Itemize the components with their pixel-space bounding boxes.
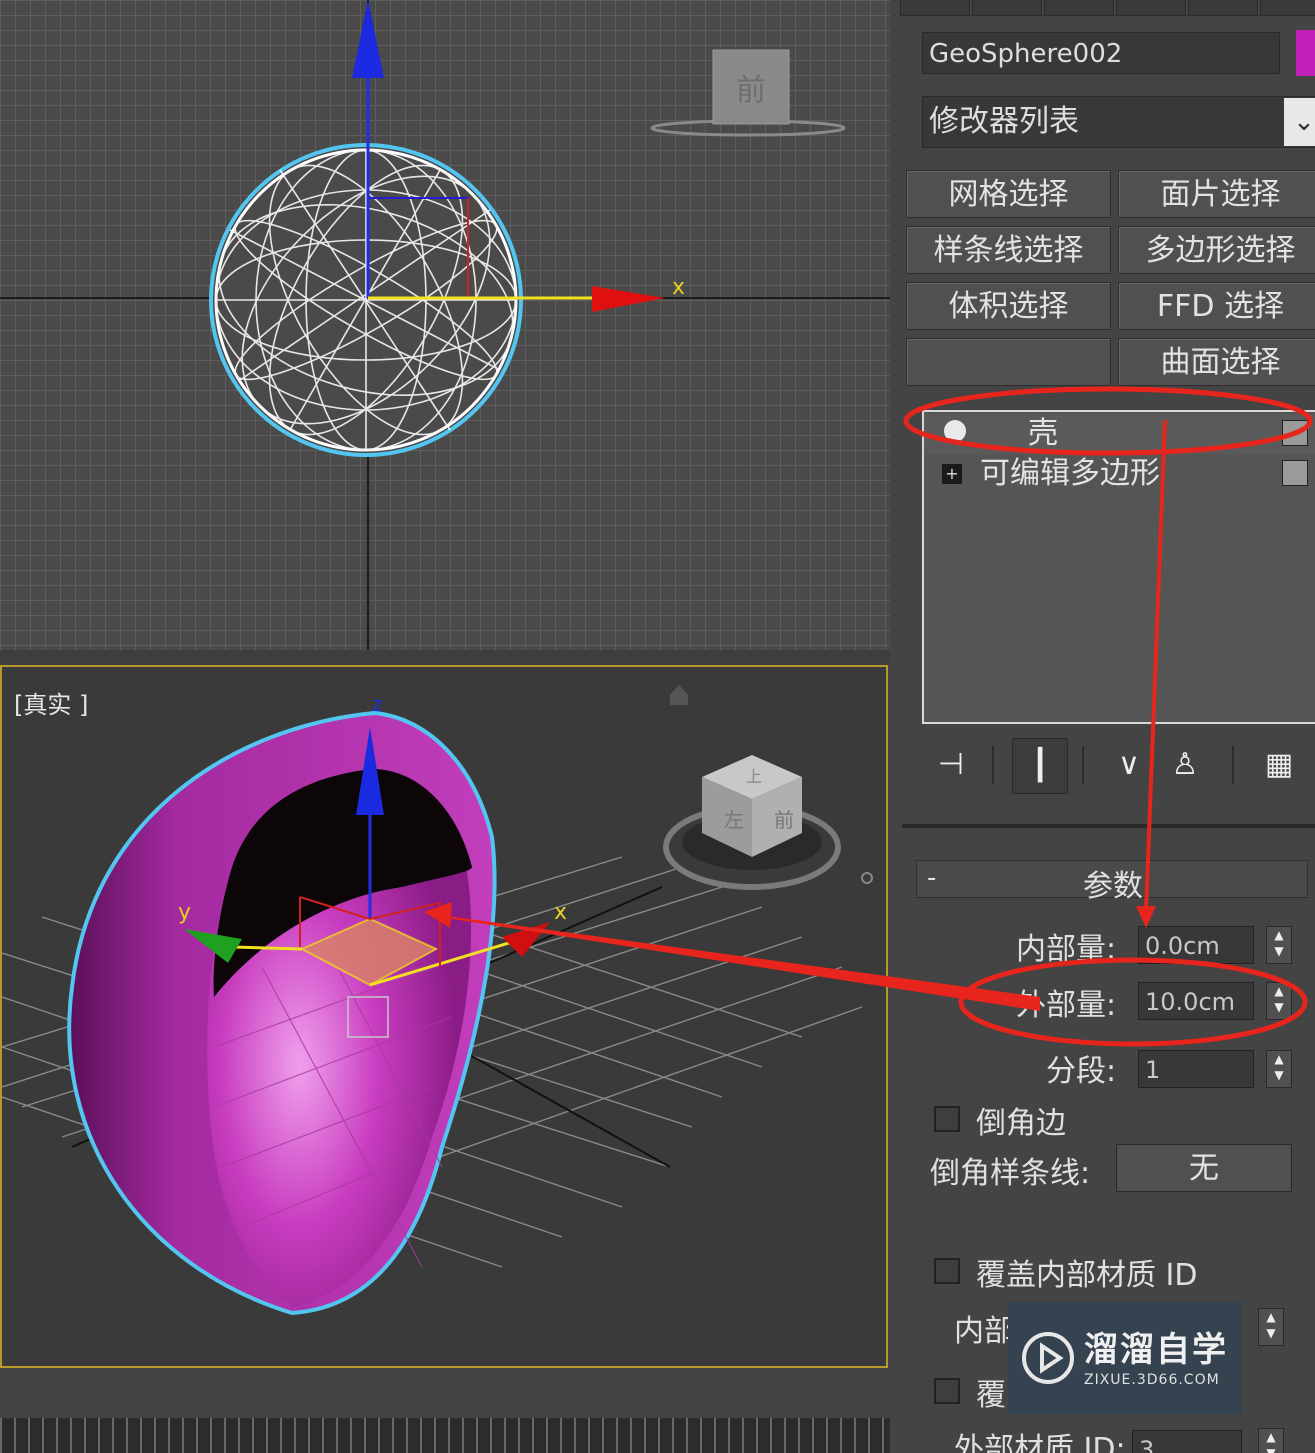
brand-name: 溜溜自学 xyxy=(1084,1330,1228,1370)
annotation-ellipse-stack xyxy=(903,386,1313,456)
play-logo-icon xyxy=(1022,1332,1074,1384)
brand-watermark: 溜溜自学 ZIXUE.3D66.COM xyxy=(1008,1302,1242,1414)
annotation-arrow-to-viewport xyxy=(439,915,1041,1011)
brand-url: ZIXUE.3D66.COM xyxy=(1084,1372,1220,1388)
annotation-overlay xyxy=(424,386,1313,1047)
annotation-arrow-to-params xyxy=(1144,419,1167,913)
